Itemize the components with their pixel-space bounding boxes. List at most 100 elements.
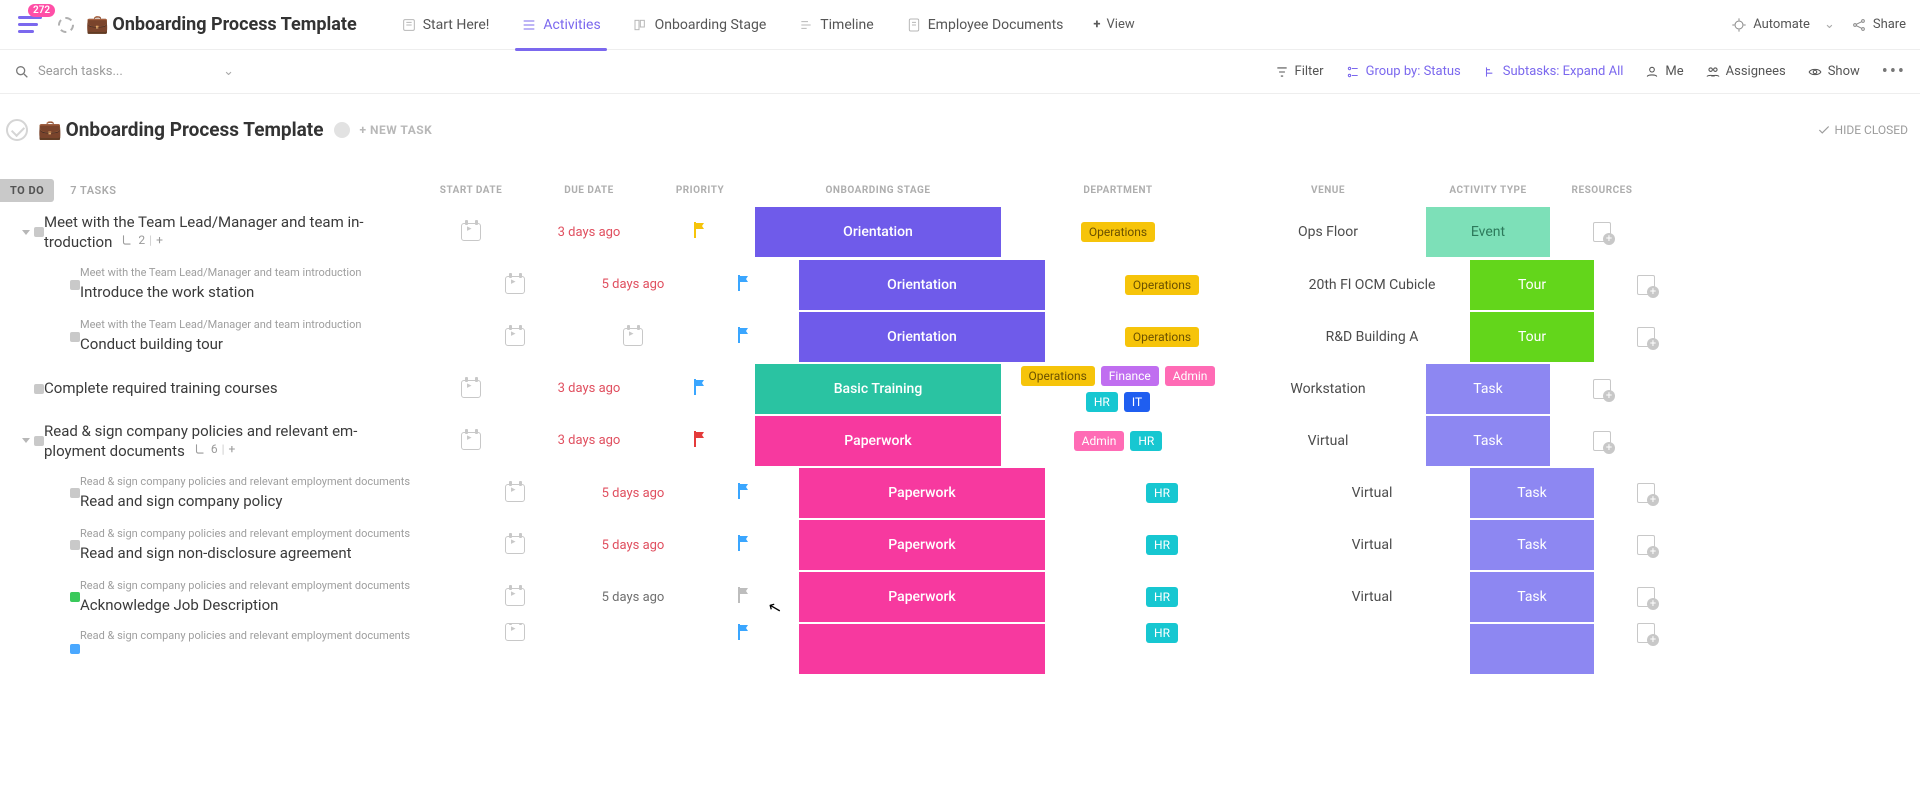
task-name[interactable]: Read & sign company policies and relevan… <box>44 421 404 462</box>
activity-type-chip[interactable]: Task <box>1470 520 1594 570</box>
activity-type-chip[interactable]: Task <box>1470 572 1594 622</box>
activity-type-chip[interactable]: Task <box>1470 468 1594 518</box>
view-onboarding-stage[interactable]: Onboarding Stage <box>617 0 783 50</box>
add-resource-icon[interactable] <box>1637 275 1655 295</box>
calendar-icon[interactable] <box>505 276 525 294</box>
activity-type-chip[interactable]: Tour <box>1470 260 1594 310</box>
dept-tag[interactable]: HR <box>1146 587 1178 607</box>
view-activities[interactable]: Activities <box>505 0 616 50</box>
view-start-here[interactable]: Start Here! <box>385 0 506 50</box>
calendar-icon[interactable] <box>505 623 525 641</box>
col-venue[interactable]: VENUE <box>1232 185 1424 196</box>
activity-type-chip[interactable]: Tour <box>1470 312 1594 362</box>
dept-tag[interactable]: HR <box>1130 431 1162 451</box>
me-button[interactable]: Me <box>1645 64 1683 79</box>
col-resources[interactable]: RESOURCES <box>1552 185 1652 196</box>
add-resource-icon[interactable] <box>1637 587 1655 607</box>
dept-tag[interactable]: Operations <box>1125 327 1199 347</box>
status-square[interactable] <box>70 332 80 342</box>
task-row[interactable]: Read & sign company policies and relevan… <box>0 623 1920 675</box>
priority-flag-icon[interactable] <box>736 623 752 645</box>
stage-chip[interactable]: Orientation <box>799 260 1045 310</box>
subtasks-button[interactable]: Subtasks: Expand All <box>1483 64 1624 79</box>
stage-chip[interactable]: Paperwork <box>755 416 1001 466</box>
venue-text[interactable]: Workstation <box>1290 381 1365 397</box>
stage-chip[interactable]: Paperwork <box>799 572 1045 622</box>
stage-chip[interactable]: Paperwork <box>799 468 1045 518</box>
col-activity-type[interactable]: ACTIVITY TYPE <box>1424 185 1552 196</box>
dept-tag[interactable]: HR <box>1146 535 1178 555</box>
due-date[interactable]: 3 days ago <box>558 225 621 240</box>
add-resource-icon[interactable] <box>1637 483 1655 503</box>
show-button[interactable]: Show <box>1808 64 1860 79</box>
add-resource-icon[interactable] <box>1637 623 1655 643</box>
dept-tag[interactable]: Operations <box>1021 366 1095 386</box>
expand-caret-icon[interactable] <box>22 230 30 235</box>
due-date[interactable]: 3 days ago <box>558 381 621 396</box>
add-resource-icon[interactable] <box>1593 222 1611 242</box>
task-row[interactable]: Meet with the Team Lead/Manager and team… <box>0 206 1920 259</box>
dept-tag[interactable]: HR <box>1146 623 1178 643</box>
venue-text[interactable]: Virtual <box>1352 485 1393 501</box>
status-square[interactable] <box>34 436 44 446</box>
status-square[interactable] <box>70 592 80 602</box>
activity-type-chip[interactable]: Event <box>1426 207 1550 257</box>
share-button[interactable]: Share <box>1851 17 1906 33</box>
task-name[interactable]: Conduct building tour <box>80 334 448 354</box>
activity-type-chip[interactable]: Task <box>1426 364 1550 414</box>
dept-tag[interactable]: HR <box>1146 483 1178 503</box>
venue-text[interactable]: Virtual <box>1308 433 1349 449</box>
col-department[interactable]: DEPARTMENT <box>1004 185 1232 196</box>
status-square[interactable] <box>34 384 44 394</box>
dept-tag[interactable]: HR <box>1086 392 1118 412</box>
expand-caret-icon[interactable] <box>22 438 30 443</box>
venue-text[interactable]: Virtual <box>1352 589 1393 605</box>
group-by-button[interactable]: Group by: Status <box>1346 64 1461 79</box>
due-date[interactable]: 5 days ago <box>602 590 665 605</box>
calendar-icon[interactable] <box>505 536 525 554</box>
calendar-icon[interactable] <box>505 328 525 346</box>
assignees-button[interactable]: Assignees <box>1706 64 1786 79</box>
due-date[interactable]: 3 days ago <box>558 433 621 448</box>
priority-flag-icon[interactable] <box>692 430 708 452</box>
task-name[interactable]: Complete required training courses <box>44 378 404 398</box>
col-start-date[interactable]: START DATE <box>412 185 530 196</box>
activity-type-chip[interactable] <box>1470 624 1594 674</box>
priority-flag-icon[interactable] <box>736 534 752 556</box>
due-date[interactable]: 5 days ago <box>602 538 665 553</box>
calendar-icon[interactable] <box>623 328 643 346</box>
task-row[interactable]: Read & sign company policies and relevan… <box>0 467 1920 519</box>
priority-flag-icon[interactable] <box>692 221 708 243</box>
dept-tag[interactable]: Finance <box>1101 366 1159 386</box>
activity-type-chip[interactable]: Task <box>1426 416 1550 466</box>
add-resource-icon[interactable] <box>1593 379 1611 399</box>
task-row[interactable]: Read & sign company policies and relevan… <box>0 519 1920 571</box>
subtask-count[interactable]: 6 | + <box>193 441 236 457</box>
chevron-down-icon[interactable]: ⌄ <box>223 64 234 79</box>
venue-text[interactable]: Virtual <box>1352 537 1393 553</box>
task-row[interactable]: Meet with the Team Lead/Manager and team… <box>0 259 1920 311</box>
status-pill-todo[interactable]: TO DO <box>0 179 54 202</box>
dept-tag[interactable]: Admin <box>1165 366 1216 386</box>
search-input[interactable]: Search tasks... ⌄ <box>14 64 234 80</box>
stage-chip[interactable]: Paperwork <box>799 520 1045 570</box>
col-onboarding-stage[interactable]: ONBOARDING STAGE <box>752 185 1004 196</box>
task-row[interactable]: Complete required training courses 3 days… <box>0 363 1920 415</box>
task-row[interactable]: Read & sign company policies and relevan… <box>0 571 1920 623</box>
more-menu-button[interactable]: ••• <box>1882 61 1906 82</box>
col-due-date[interactable]: DUE DATE <box>530 185 648 196</box>
view-timeline[interactable]: Timeline <box>782 0 889 50</box>
calendar-icon[interactable] <box>505 484 525 502</box>
status-square[interactable] <box>70 280 80 290</box>
hide-closed-button[interactable]: HIDE CLOSED <box>1817 123 1908 137</box>
priority-flag-icon[interactable] <box>736 274 752 296</box>
new-task-button[interactable]: + NEW TASK <box>360 123 433 137</box>
venue-text[interactable]: Ops Floor <box>1298 224 1358 240</box>
add-resource-icon[interactable] <box>1593 431 1611 451</box>
calendar-icon[interactable] <box>505 588 525 606</box>
stage-chip[interactable]: Orientation <box>755 207 1001 257</box>
add-view-button[interactable]: + View <box>1079 17 1148 32</box>
menu-toggle[interactable]: 272 <box>14 12 46 37</box>
priority-flag-icon[interactable] <box>736 586 752 608</box>
dept-tag[interactable]: Operations <box>1125 275 1199 295</box>
